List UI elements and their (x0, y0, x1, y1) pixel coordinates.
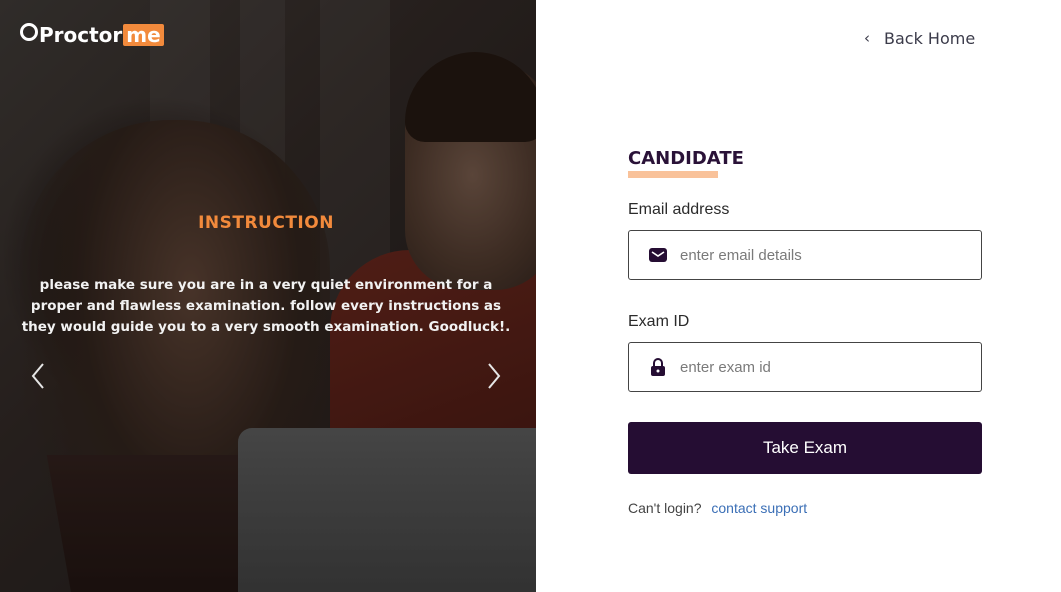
exam-id-input[interactable] (680, 358, 960, 376)
envelope-icon (648, 245, 668, 265)
logo-accent-text: me (123, 24, 164, 46)
logo-icon (20, 23, 38, 41)
support-line: Can't login? contact support (628, 500, 807, 516)
instruction-title: INSTRUCTION (198, 213, 334, 233)
email-label: Email address (628, 201, 730, 218)
title-underline (628, 171, 718, 178)
logo-text: Proctor (39, 23, 123, 47)
back-home-label: Back Home (884, 28, 976, 48)
lock-icon (648, 357, 668, 377)
take-exam-button[interactable]: Take Exam (628, 422, 982, 474)
exam-id-field-wrapper[interactable] (628, 342, 982, 392)
chevron-left-icon: ‹ (864, 29, 870, 47)
carousel-prev-button[interactable] (26, 362, 50, 390)
chevron-right-icon (488, 363, 501, 389)
brand-logo[interactable]: Proctor me (20, 22, 164, 48)
support-prompt: Can't login? (628, 500, 702, 516)
contact-support-link[interactable]: contact support (711, 500, 807, 516)
hero-panel: Proctor me INSTRUCTION please make sure … (0, 0, 536, 592)
email-input[interactable] (680, 246, 960, 264)
chevron-left-icon (31, 363, 44, 389)
back-home-link[interactable]: ‹ Back Home (864, 27, 975, 49)
email-field-wrapper[interactable] (628, 230, 982, 280)
carousel-next-button[interactable] (482, 362, 506, 390)
form-title: CANDIDATE (628, 148, 744, 169)
exam-id-label: Exam ID (628, 313, 690, 330)
instruction-text: please make sure you are in a very quiet… (21, 277, 511, 335)
